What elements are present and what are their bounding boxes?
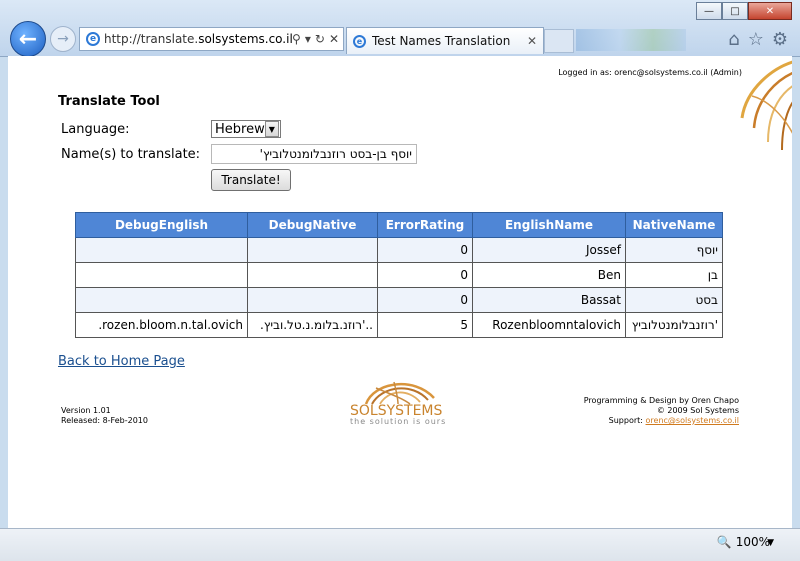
back-to-home-link[interactable]: Back to Home Page	[58, 354, 185, 369]
chevron-down-icon[interactable]: ▼	[264, 121, 279, 137]
tab-test-names-translation[interactable]: e Test Names Translation ✕	[346, 27, 544, 54]
stop-icon[interactable]: ✕	[329, 32, 339, 46]
support-line: Support: orenc@solsystems.co.il	[584, 416, 739, 426]
zoom-dropdown-icon[interactable]: ▼	[767, 538, 774, 548]
cell-debug-native	[247, 287, 378, 313]
dropdown-arrow-icon[interactable]: ▾	[305, 32, 311, 46]
credits-copyright: © 2009 Sol Systems	[656, 406, 739, 415]
cell-english-name: Rozenbloomntalovich	[472, 312, 626, 338]
gear-icon[interactable]: ⚙	[772, 29, 788, 50]
column-header: ErrorRating	[377, 212, 473, 238]
maximize-icon[interactable]: □	[722, 2, 748, 20]
ie-tab-icon: e	[353, 34, 366, 48]
version-info: Version 1.01 Released: 8-Feb-2010	[61, 406, 148, 426]
home-icon[interactable]: ⌂	[728, 29, 739, 50]
browser-chrome: — □ ✕ ← → e http://translate.solsystems.…	[0, 0, 800, 57]
ie-page-icon: e	[86, 32, 100, 46]
cell-debug-english	[75, 262, 248, 288]
column-header: DebugEnglish	[75, 212, 248, 238]
credits-author: Programming & Design by Oren Chapo	[583, 396, 739, 405]
tab-title: Test Names Translation	[372, 34, 511, 48]
refresh-icon[interactable]: ↻	[315, 32, 325, 46]
cell-debug-english: .rozen.bloom.n.tal.ovich	[75, 312, 248, 338]
address-url[interactable]: http://translate.solsystems.co.il	[104, 32, 292, 46]
corner-swirl-decoration	[740, 60, 792, 151]
column-header: DebugNative	[247, 212, 378, 238]
support-email-link[interactable]: orenc@solsystems.co.il	[646, 416, 739, 425]
status-bar: 🔍 100% ▼	[0, 528, 800, 561]
support-label: Support:	[608, 416, 643, 425]
cell-english-name: Bassat	[472, 287, 626, 313]
zoom-magnifier-icon: 🔍	[716, 535, 732, 549]
cell-debug-english	[75, 237, 248, 263]
table-row: .rozen.bloom.n.tal.ovich .רוזנ.בלומ.נ.טל…	[75, 312, 723, 338]
cell-debug-native	[247, 237, 378, 263]
translate-button[interactable]: Translate!	[211, 169, 291, 191]
zoom-control[interactable]: 🔍 100%	[717, 535, 770, 549]
cell-error-rating: 0	[377, 237, 473, 263]
cell-error-rating: 0	[377, 262, 473, 288]
logo-tagline: the solution is ours	[350, 417, 447, 426]
new-tab-button[interactable]	[544, 29, 574, 53]
results-table: DebugEnglish DebugNative ErrorRating Eng…	[75, 212, 723, 338]
release-date-text: Released: 8-Feb-2010	[61, 416, 148, 425]
favorites-star-icon[interactable]: ☆	[748, 29, 764, 50]
cell-debug-native: .רוזנ.בלומ.נ.טל.וביץ'..	[247, 312, 378, 338]
logged-in-text: Logged in as: orenc@solsystems.co.il (Ad…	[558, 68, 742, 77]
cell-debug-english	[75, 287, 248, 313]
window-controls: — □ ✕	[696, 2, 792, 20]
zoom-level: 100%	[735, 535, 770, 549]
credits: Programming & Design by Oren Chapo © 200…	[584, 396, 739, 426]
names-label: Name(s) to translate:	[61, 147, 201, 162]
table-header-row: DebugEnglish DebugNative ErrorRating Eng…	[75, 212, 723, 238]
cell-error-rating: 0	[377, 287, 473, 313]
language-label: Language:	[61, 122, 130, 137]
page-title: Translate Tool	[58, 94, 160, 109]
url-domain: solsystems.co.il	[198, 32, 293, 46]
language-select[interactable]: Hebrew ▼	[211, 120, 281, 138]
table-row: 0 Bassat בסט	[75, 287, 723, 313]
close-window-icon[interactable]: ✕	[748, 2, 792, 20]
minimize-icon[interactable]: —	[696, 2, 722, 20]
search-icon[interactable]: ⚲	[292, 32, 301, 46]
table-row: 0 Jossef יוסף	[75, 237, 723, 263]
cell-error-rating: 5	[377, 312, 473, 338]
forward-arrow-icon[interactable]: →	[50, 26, 76, 52]
language-selected-value: Hebrew	[215, 121, 265, 137]
cell-native-name: יוסף	[625, 237, 723, 263]
browser-tools: ⌂ ☆ ⚙	[728, 29, 788, 50]
back-arrow-icon[interactable]: ←	[10, 21, 46, 57]
page-content: Logged in as: orenc@solsystems.co.il (Ad…	[8, 56, 792, 528]
cell-native-name: בן	[625, 262, 723, 288]
table-row: 0 Ben בן	[75, 262, 723, 288]
cell-english-name: Ben	[472, 262, 626, 288]
names-input[interactable]	[211, 144, 417, 164]
address-bar[interactable]: e http://translate.solsystems.co.il ⚲ ▾ …	[79, 27, 344, 51]
toolbar-background-tiles	[576, 29, 686, 51]
url-prefix: http://translate.	[104, 32, 199, 46]
column-header: EnglishName	[472, 212, 626, 238]
column-header: NativeName	[625, 212, 723, 238]
cell-native-name: רוזנבלומנטלוביץ'	[625, 312, 723, 338]
close-tab-icon[interactable]: ✕	[527, 34, 537, 48]
cell-native-name: בסט	[625, 287, 723, 313]
cell-english-name: Jossef	[472, 237, 626, 263]
version-text: Version 1.01	[61, 406, 111, 415]
cell-debug-native	[247, 262, 378, 288]
